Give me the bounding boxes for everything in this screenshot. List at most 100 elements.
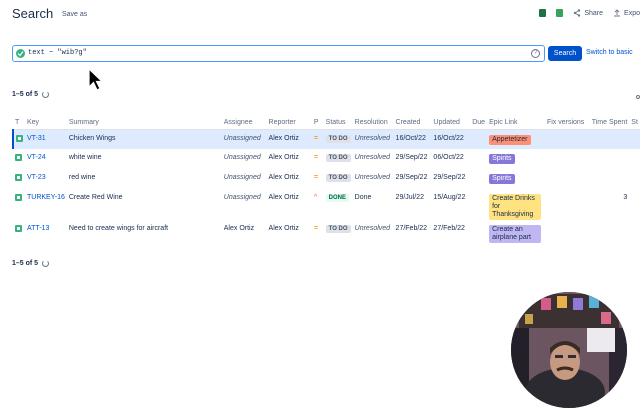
- issue-summary[interactable]: Chicken Wings: [66, 129, 222, 149]
- table-row[interactable]: TURKEY-16 Create Red Wine Unassigned Ale…: [13, 189, 640, 220]
- issue-key[interactable]: VT-31: [25, 129, 67, 149]
- top-bar: Search Save as Share Expo: [0, 0, 640, 34]
- issue-created: 29/Sep/22: [395, 154, 428, 161]
- table-row[interactable]: ATT-13 Need to create wings for aircraft…: [13, 220, 640, 243]
- issue-reporter: Alex Ortiz: [268, 154, 299, 161]
- table-row[interactable]: VT-24 white wine Unassigned Alex Ortiz =…: [13, 149, 640, 169]
- share-button[interactable]: Share: [573, 9, 603, 17]
- table-row[interactable]: VT-31 Chicken Wings Unassigned Alex Orti…: [12, 129, 640, 149]
- issue-assignee: Alex Ortiz: [223, 225, 255, 232]
- col-time-spent[interactable]: Time Spent: [589, 117, 630, 130]
- export-button[interactable]: Expo: [613, 9, 640, 17]
- search-row: text ~ "wib?g" ? Search Switch to basic: [12, 45, 640, 62]
- status-badge: TO DO: [325, 134, 351, 143]
- share-label: Share: [584, 9, 604, 17]
- jql-query-text: text ~ "wib?g": [28, 49, 87, 57]
- issue-reporter: Alex Ortiz: [268, 225, 299, 232]
- excel-export-icon[interactable]: [539, 9, 547, 17]
- issue-assignee: Unassigned: [221, 129, 267, 149]
- priority-medium-icon: =: [313, 174, 318, 181]
- issue-created: 27/Feb/22: [395, 225, 428, 232]
- refresh-icon[interactable]: [42, 260, 50, 267]
- issue-key[interactable]: TURKEY-16: [25, 189, 67, 220]
- status-badge: TO DO: [325, 154, 351, 162]
- story-icon: [15, 194, 22, 201]
- col-created[interactable]: Created: [393, 117, 432, 130]
- issue-summary[interactable]: white wine: [67, 149, 222, 169]
- epic-link-badge[interactable]: Create Drinks for Thanksgiving: [489, 194, 542, 220]
- priority-medium-icon: =: [313, 225, 318, 232]
- col-type[interactable]: T: [13, 117, 25, 130]
- story-icon: [16, 134, 23, 142]
- status-badge: TO DO: [325, 174, 351, 182]
- col-key[interactable]: Key: [25, 117, 67, 130]
- col-fix-versions[interactable]: Fix versions: [544, 117, 590, 130]
- result-count-bottom: 1–5 of 5: [12, 260, 39, 267]
- mouse-cursor-icon: [88, 68, 104, 91]
- issue-reporter: Alex Ortiz: [266, 129, 312, 149]
- issue-resolution: Unresolved: [352, 129, 394, 149]
- issue-updated: 27/Feb/22: [433, 225, 465, 232]
- issue-assignee: Unassigned: [223, 194, 261, 201]
- col-assignee[interactable]: Assignee: [221, 117, 267, 130]
- pagination-bottom: 1–5 of 5: [12, 260, 50, 267]
- issues-table: T Key Summary Assignee Reporter P Status…: [12, 117, 640, 243]
- help-icon[interactable]: ?: [531, 49, 540, 58]
- col-due[interactable]: Due: [470, 117, 488, 130]
- col-epic-link[interactable]: Epic Link: [487, 117, 545, 130]
- jql-search-input[interactable]: text ~ "wib?g" ?: [12, 45, 545, 62]
- table-row[interactable]: VT-23 red wine Unassigned Alex Ortiz = T…: [13, 169, 640, 189]
- col-status-overflow[interactable]: St: [629, 117, 640, 130]
- col-status[interactable]: Status: [323, 117, 353, 130]
- priority-high-icon: ^: [313, 194, 318, 201]
- csv-export-icon[interactable]: [556, 9, 564, 17]
- issue-created: 29/Sep/22: [395, 174, 428, 181]
- priority-medium-icon: =: [313, 154, 318, 161]
- story-icon: [15, 174, 22, 181]
- col-summary[interactable]: Summary: [66, 117, 222, 130]
- issue-assignee: Unassigned: [223, 154, 261, 161]
- table-header-row: T Key Summary Assignee Reporter P Status…: [13, 117, 640, 130]
- issue-reporter: Alex Ortiz: [268, 174, 299, 181]
- issue-due: [470, 189, 487, 220]
- issue-updated: 29/Sep/22: [433, 174, 466, 181]
- issue-summary[interactable]: Need to create wings for aircraft: [67, 220, 222, 243]
- switch-to-basic-link[interactable]: Switch to basic: [586, 49, 633, 56]
- page-title: Search: [12, 6, 54, 21]
- valid-query-check-icon: [16, 49, 25, 58]
- top-actions: Share Expo: [539, 9, 640, 17]
- col-resolution[interactable]: Resolution: [352, 117, 394, 130]
- col-priority[interactable]: P: [311, 117, 324, 130]
- issue-created: 16/Oct/22: [393, 129, 432, 149]
- issue-created: 29/Jul/22: [395, 194, 424, 201]
- story-icon: [15, 225, 22, 232]
- search-button[interactable]: Search: [548, 46, 582, 61]
- issue-summary[interactable]: Create Red Wine: [67, 189, 222, 220]
- epic-link-badge[interactable]: Create an airplane part: [489, 225, 542, 243]
- issue-resolution: Unresolved: [354, 154, 391, 161]
- issue-resolution: Done: [354, 194, 372, 201]
- issue-key[interactable]: ATT-13: [25, 220, 67, 243]
- share-icon: [574, 9, 581, 17]
- issue-time-spent: 3: [623, 194, 628, 201]
- save-as-button[interactable]: Save as: [62, 11, 87, 18]
- issue-summary[interactable]: red wine: [67, 169, 222, 189]
- issue-resolution: Unresolved: [354, 174, 391, 181]
- issue-key[interactable]: VT-23: [25, 169, 67, 189]
- issue-due: [470, 169, 487, 189]
- refresh-icon[interactable]: [42, 91, 50, 98]
- issue-time-spent: [590, 169, 630, 189]
- issue-due: [470, 220, 487, 243]
- column-options-icon[interactable]: [636, 95, 640, 99]
- col-reporter[interactable]: Reporter: [266, 117, 312, 130]
- issue-updated: 15/Aug/22: [433, 194, 466, 201]
- issue-reporter: Alex Ortiz: [268, 194, 299, 201]
- issue-time-spent: [590, 220, 630, 243]
- epic-link-badge[interactable]: Appetetizer: [489, 134, 531, 145]
- issue-time-spent: [589, 129, 630, 149]
- epic-link-badge[interactable]: Spirits: [489, 174, 515, 184]
- col-updated[interactable]: Updated: [431, 117, 471, 130]
- issue-key[interactable]: VT-24: [25, 149, 67, 169]
- export-icon: [614, 9, 621, 17]
- epic-link-badge[interactable]: Spirits: [489, 154, 515, 164]
